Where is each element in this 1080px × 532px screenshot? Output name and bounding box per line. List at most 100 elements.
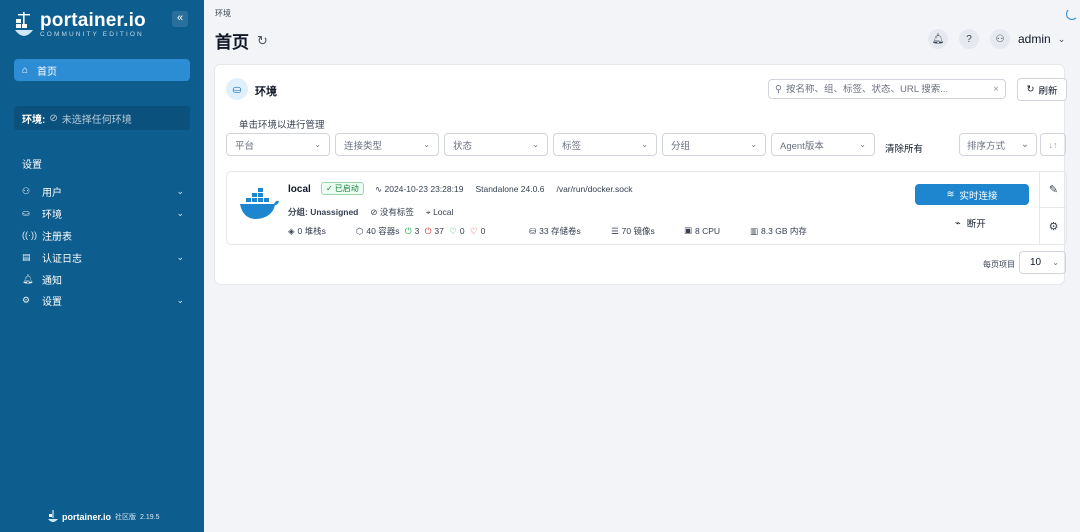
page-title: 首页 ↻ — [215, 28, 268, 53]
refresh-button[interactable]: ↻ 刷新 — [1017, 78, 1067, 101]
loading-spinner-icon — [1066, 8, 1078, 20]
chevron-down-icon: ⌄ — [1052, 258, 1059, 267]
sidebar-item-auth-logs[interactable]: ▤ 认证日志 ⌄ — [22, 246, 184, 268]
chevron-down-icon: ⌄ — [750, 140, 757, 149]
registry-icon: ((·)) — [22, 230, 37, 241]
footer-brand: portainer.io — [62, 512, 112, 522]
sidebar-item-environments[interactable]: ⛀ 环境 ⌄ — [22, 203, 184, 225]
page-title-text: 首页 — [215, 33, 249, 52]
running-count: 3 — [414, 226, 420, 236]
live-connect-button[interactable]: ≋ 实时连接 — [915, 184, 1029, 205]
environment-name[interactable]: local — [288, 184, 311, 195]
cpu-icon: ▣ — [684, 225, 693, 235]
unhealthy-icon: ♡ — [467, 225, 478, 236]
status-text: 已启动 — [334, 184, 359, 193]
filter-agent-version[interactable]: Agent版本 ⌄ — [771, 133, 875, 156]
refresh-label: 刷新 — [1038, 85, 1058, 97]
sidebar-item-settings[interactable]: ⚙ 设置 ⌄ — [22, 290, 184, 312]
refresh-icon: ↻ — [1026, 84, 1035, 95]
bell-icon: 🔔︎ — [22, 273, 34, 284]
notifications-bell-icon[interactable]: 🔔︎ — [928, 29, 948, 49]
sort-direction-icon[interactable]: ↓↑ — [1040, 133, 1066, 156]
environment-item[interactable]: local ✓ 已启动 ∿ 2024-10-23 23:28:19 Standa… — [226, 171, 1067, 245]
tag-icon: ⊘ — [370, 207, 378, 217]
sidebar-item-label: 环境 — [42, 210, 62, 222]
clear-all-button[interactable]: 清除所有 — [885, 141, 923, 155]
footer-edition: 社区版 — [115, 514, 137, 521]
memory-icon: ▥ — [750, 225, 759, 236]
sort-select[interactable]: 排序方式 ⌄ — [959, 133, 1037, 156]
disconnect-button[interactable]: ⌁ 断开 — [955, 216, 986, 231]
stacks-text: 0 堆栈s — [297, 226, 326, 236]
tags-info: ⊘ 没有标签 — [370, 206, 414, 218]
environment-meta: ∿ 2024-10-23 23:28:19 Standalone 24.0.6 … — [375, 184, 633, 195]
search-box[interactable]: ⚲ × — [768, 79, 1006, 99]
nav-home[interactable]: ⌂ 首页 — [14, 59, 190, 81]
username[interactable]: admin — [1018, 32, 1051, 46]
stopped-count: 37 — [434, 226, 444, 236]
cpu-text: 8 CPU — [695, 225, 721, 236]
per-page-value: 10 — [1030, 257, 1042, 268]
stacks-stat: ◈ 0 堆栈s — [288, 225, 326, 237]
settings-nav: ⚇ 用户 ⌄ ⛀ 环境 ⌄ ((·)) 注册表 ▤ 认证日志 ⌄ 🔔︎ 通知 ⚙… — [22, 181, 184, 312]
timestamp-text: 2024-10-23 23:28:19 — [384, 184, 464, 194]
chevron-down-icon: ⌄ — [176, 295, 184, 306]
sidebar-item-label: 注册表 — [42, 231, 72, 243]
filter-connection-type[interactable]: 连接类型 ⌄ — [335, 133, 439, 156]
chevron-down-icon: ⌄ — [314, 140, 321, 149]
filter-platform[interactable]: 平台 ⌄ — [226, 133, 330, 156]
heartbeat-timestamp: ∿ 2024-10-23 23:28:19 — [375, 184, 463, 195]
chevron-down-icon[interactable]: ⌄ — [1058, 34, 1066, 45]
collapse-sidebar-button[interactable]: « — [172, 11, 188, 27]
per-page-select[interactable]: 10 ⌄ — [1019, 251, 1066, 274]
per-page-label: 每页项目 — [983, 260, 1015, 269]
gear-icon: ⚙ — [22, 295, 31, 306]
help-icon[interactable]: ? — [959, 29, 979, 49]
list-icon: ☰ — [611, 225, 619, 236]
home-icon: ⌂ — [22, 64, 29, 76]
cpu-stat: ▣ 8 CPU — [684, 225, 720, 236]
filter-status[interactable]: 状态 ⌄ — [444, 133, 548, 156]
chevron-down-icon: ⌄ — [1021, 139, 1029, 150]
card-title: 环境 — [255, 86, 277, 98]
chevron-down-icon: ⌄ — [176, 208, 184, 219]
clear-search-icon[interactable]: × — [993, 84, 999, 95]
filter-label: 状态 — [453, 140, 473, 152]
filter-label: 连接类型 — [344, 140, 383, 152]
sort-label: 排序方式 — [967, 140, 1006, 152]
containers-text: 40 容器s — [366, 226, 400, 236]
search-input[interactable] — [785, 83, 990, 95]
sidebar-item-label: 设置 — [42, 297, 62, 309]
users-icon: ⚇ — [22, 186, 31, 197]
sidebar-item-registries[interactable]: ((·)) 注册表 — [22, 225, 184, 247]
unhealthy-count: 0 — [480, 226, 486, 236]
box-icon: ⬡ — [356, 225, 364, 236]
sidebar-item-label: 用户 — [42, 188, 62, 200]
socket-url: /var/run/docker.sock — [556, 184, 633, 194]
portainer-crane-icon — [48, 510, 58, 522]
memory-stat: ▥ 8.3 GB 内存 — [750, 225, 807, 237]
volumes-text: 33 存储卷s — [539, 226, 581, 236]
logo-subtitle: COMMUNITY EDITION — [40, 31, 144, 38]
refresh-icon[interactable]: ↻ — [257, 33, 268, 49]
environments-icon: ⛀ — [22, 208, 30, 219]
user-avatar-icon[interactable]: ⚇ — [990, 29, 1010, 49]
no-env-icon: ⊘ — [49, 112, 58, 124]
header-actions: 🔔︎ ? ⚇ admin ⌄ — [928, 29, 1065, 49]
edit-pencil-icon[interactable]: ✎ — [1040, 172, 1067, 208]
portainer-logo[interactable]: portainer.io COMMUNITY EDITION — [14, 10, 146, 42]
sidebar-item-notifications[interactable]: 🔔︎ 通知 — [22, 268, 184, 290]
filter-group[interactable]: 分组 ⌄ — [662, 133, 766, 156]
filter-tags[interactable]: 标签 ⌄ — [553, 133, 657, 156]
search-icon: ⚲ — [775, 83, 782, 95]
environment-selector[interactable]: 环境: ⊘ 未选择任何环境 — [14, 106, 190, 130]
agent-icon: ⌖ — [425, 206, 431, 217]
tags-text: 没有标签 — [379, 207, 414, 217]
images-text: 70 镜像s — [621, 226, 655, 236]
auth-logs-icon: ▤ — [22, 251, 31, 262]
footer-version: 2.19.5 — [140, 513, 160, 521]
sidebar-item-users[interactable]: ⚇ 用户 ⌄ — [22, 181, 184, 203]
settings-gear-icon[interactable]: ⚙ — [1040, 208, 1067, 244]
wifi-off-icon: ⌁ — [955, 217, 961, 229]
chevron-down-icon: ⌄ — [532, 140, 539, 149]
